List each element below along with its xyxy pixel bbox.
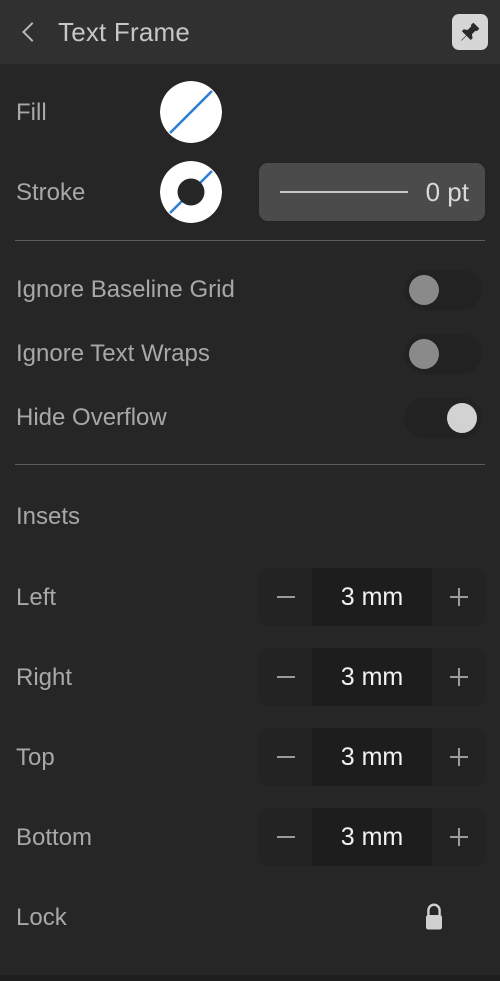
inset-top-decrement-button[interactable] xyxy=(259,728,312,786)
stroke-swatch[interactable] xyxy=(160,161,222,223)
inset-top-stepper: 3 mm xyxy=(259,728,485,786)
plus-icon xyxy=(449,828,468,846)
inset-top-value[interactable]: 3 mm xyxy=(312,728,432,786)
page-title: Text Frame xyxy=(58,16,191,47)
stroke-none-icon xyxy=(160,161,222,223)
ignore-baseline-grid-label: Ignore Baseline Grid xyxy=(16,276,235,303)
divider-insets xyxy=(15,464,485,465)
minus-icon xyxy=(276,756,295,758)
toggle-knob xyxy=(409,275,439,305)
stroke-width-field[interactable]: 0 pt xyxy=(259,163,485,221)
inset-right-decrement-button[interactable] xyxy=(259,648,312,706)
inset-row-right: Right 3 mm xyxy=(0,648,500,706)
inset-right-label: Right xyxy=(16,664,73,691)
pin-button[interactable] xyxy=(452,14,488,50)
inset-bottom-increment-button[interactable] xyxy=(432,808,485,866)
lock-button[interactable] xyxy=(412,895,456,939)
padlock-open-icon xyxy=(426,903,442,930)
inset-bottom-stepper: 3 mm xyxy=(259,808,485,866)
inset-left-increment-button[interactable] xyxy=(432,568,485,626)
ignore-text-wraps-toggle[interactable] xyxy=(404,334,482,374)
lock-row: Lock xyxy=(0,895,500,939)
hide-overflow-toggle[interactable] xyxy=(404,398,482,438)
option-row-ignore-text-wraps: Ignore Text Wraps xyxy=(0,334,500,374)
bottom-edge xyxy=(0,975,500,981)
back-button[interactable] xyxy=(8,0,52,64)
inset-right-value[interactable]: 3 mm xyxy=(312,648,432,706)
minus-icon xyxy=(276,676,295,678)
stroke-preview-line xyxy=(280,191,408,193)
panel-header: Text Frame xyxy=(0,0,500,64)
option-row-hide-overflow: Hide Overflow xyxy=(0,398,500,438)
fill-none-icon xyxy=(160,81,222,143)
ignore-text-wraps-label: Ignore Text Wraps xyxy=(16,340,210,367)
inset-right-stepper: 3 mm xyxy=(259,648,485,706)
inset-bottom-decrement-button[interactable] xyxy=(259,808,312,866)
inset-left-stepper: 3 mm xyxy=(259,568,485,626)
stroke-width-value: 0 pt xyxy=(425,176,469,207)
inset-left-decrement-button[interactable] xyxy=(259,568,312,626)
pushpin-icon xyxy=(461,22,480,41)
inset-bottom-label: Bottom xyxy=(16,824,93,851)
stroke-label: Stroke xyxy=(16,179,86,206)
ignore-baseline-grid-toggle[interactable] xyxy=(404,270,482,310)
fill-swatch[interactable] xyxy=(160,81,222,143)
chevron-left-icon xyxy=(22,22,42,42)
plus-icon xyxy=(449,748,468,766)
minus-icon xyxy=(276,596,295,598)
toggle-knob xyxy=(447,403,477,433)
stroke-row: Stroke 0 pt xyxy=(0,161,500,223)
inset-row-bottom: Bottom 3 mm xyxy=(0,808,500,866)
plus-icon xyxy=(449,668,468,686)
divider-top xyxy=(15,240,485,241)
fill-label: Fill xyxy=(16,99,47,126)
inset-top-increment-button[interactable] xyxy=(432,728,485,786)
insets-section-title: Insets xyxy=(16,503,81,530)
inset-top-label: Top xyxy=(16,744,55,771)
inset-left-label: Left xyxy=(16,584,57,611)
inset-right-increment-button[interactable] xyxy=(432,648,485,706)
text-frame-panel: Text Frame Fill Stroke 0 pt Ignore Basel… xyxy=(0,0,500,981)
toggle-knob xyxy=(409,339,439,369)
plus-icon xyxy=(449,588,468,606)
inset-bottom-value[interactable]: 3 mm xyxy=(312,808,432,866)
lock-label: Lock xyxy=(16,904,67,931)
minus-icon xyxy=(276,836,295,838)
inset-row-left: Left 3 mm xyxy=(0,568,500,626)
inset-left-value[interactable]: 3 mm xyxy=(312,568,432,626)
inset-row-top: Top 3 mm xyxy=(0,728,500,786)
option-row-ignore-baseline-grid: Ignore Baseline Grid xyxy=(0,270,500,310)
fill-row: Fill xyxy=(0,81,500,143)
hide-overflow-label: Hide Overflow xyxy=(16,404,167,431)
